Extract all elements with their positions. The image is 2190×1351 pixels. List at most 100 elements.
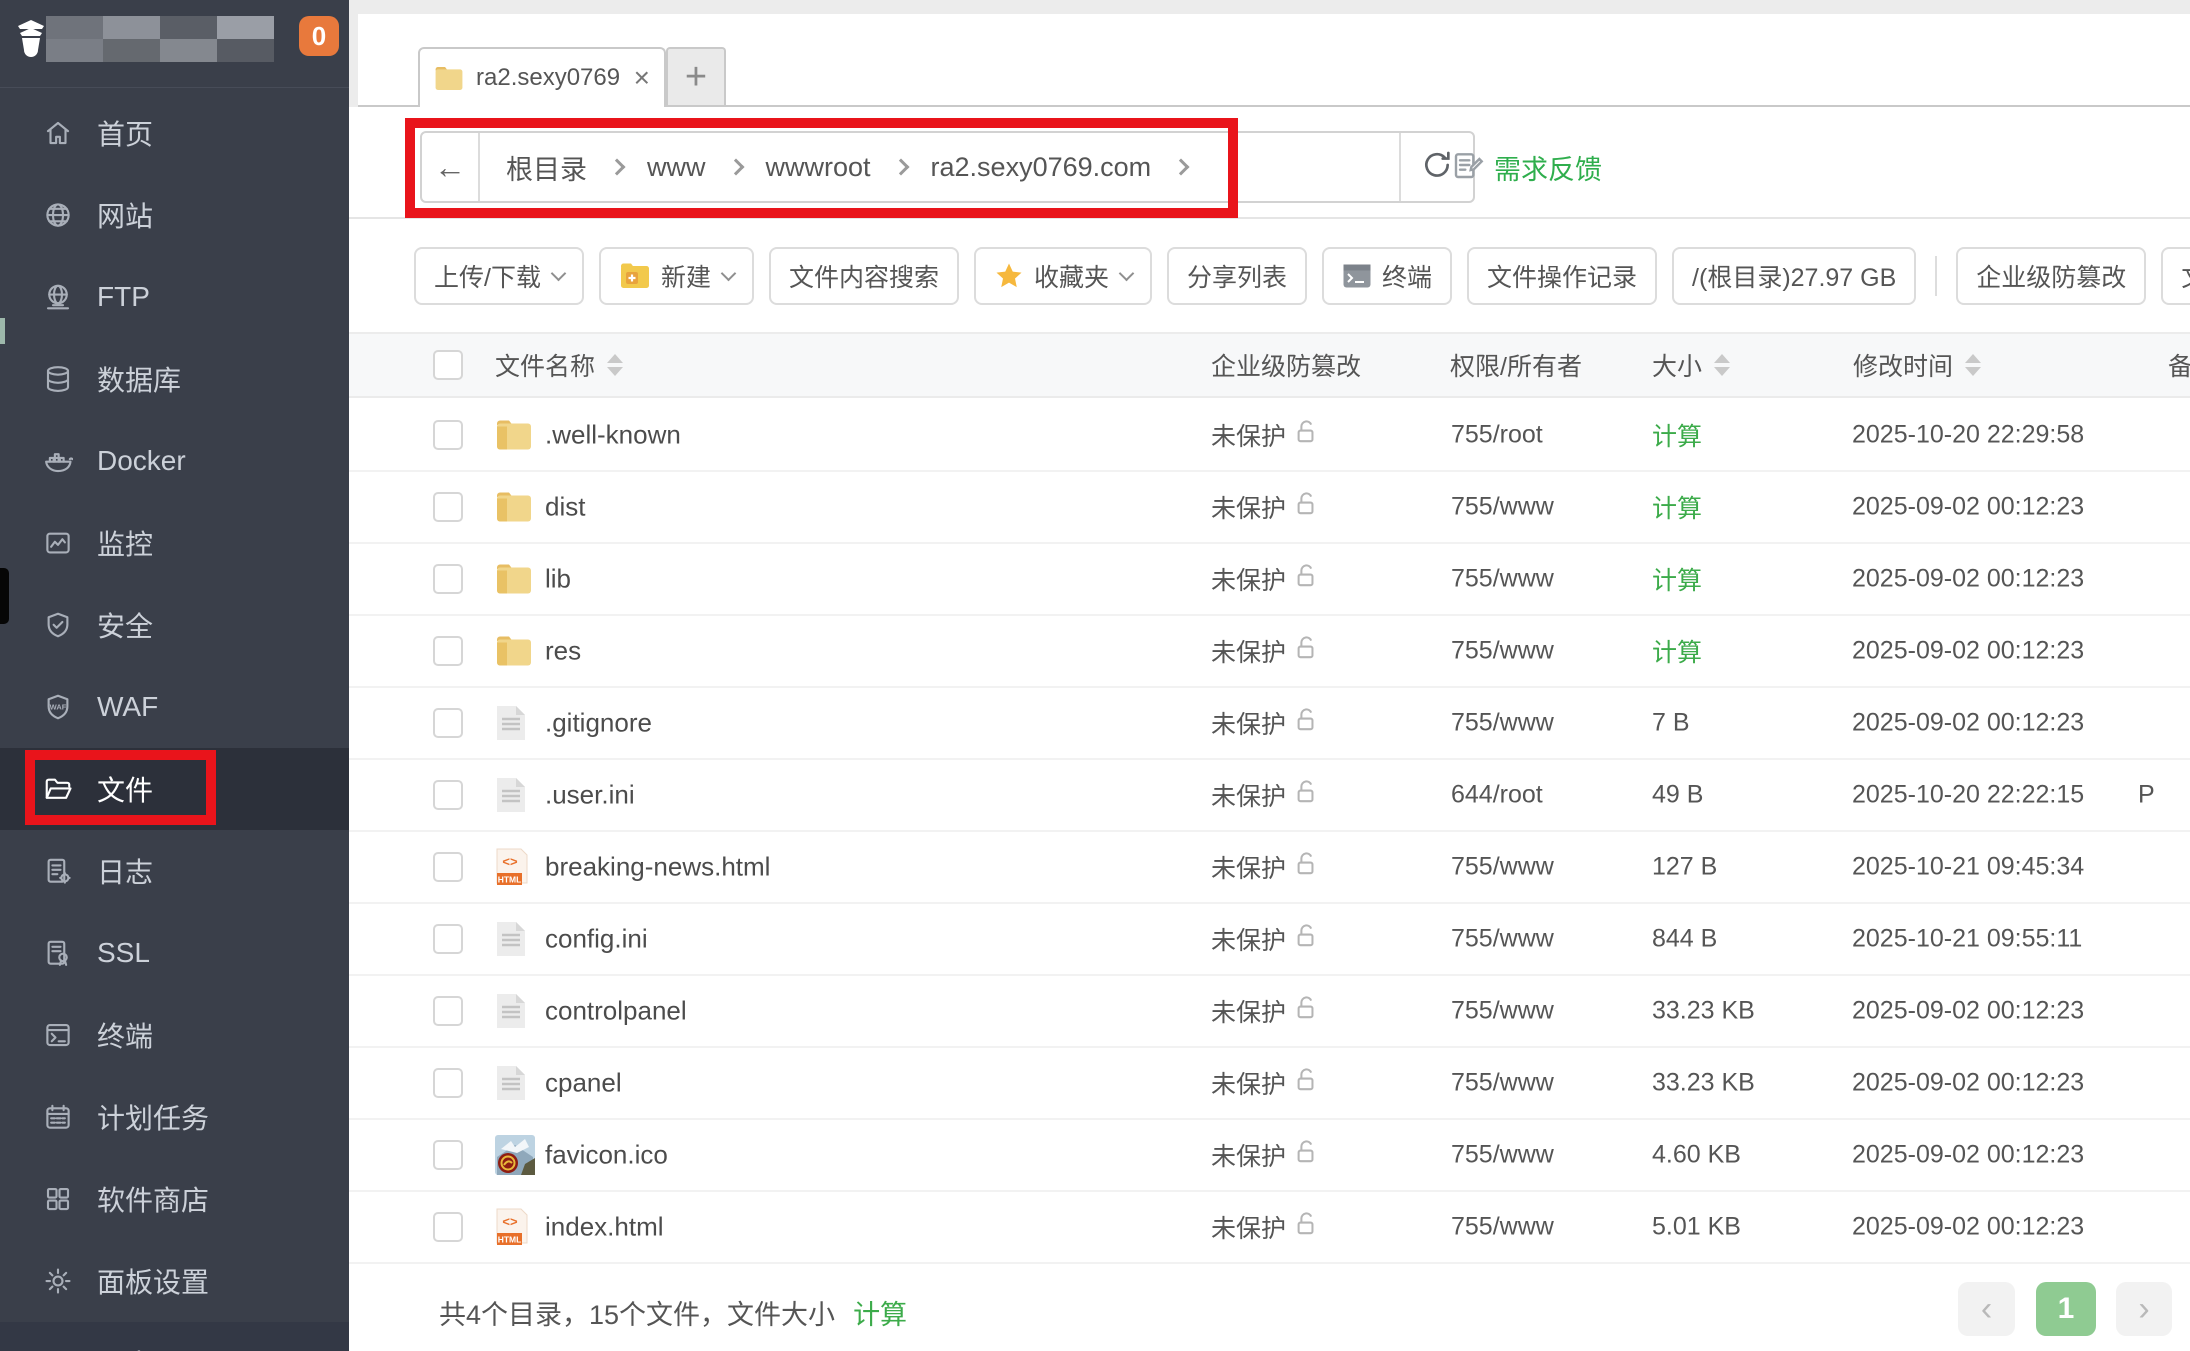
pagination-prev-button[interactable]: ‹ — [1958, 1282, 2015, 1336]
file-name[interactable]: index.html — [545, 1212, 664, 1243]
row-checkbox[interactable] — [433, 420, 463, 450]
file-name[interactable]: res — [545, 636, 581, 667]
notification-badge[interactable]: 0 — [299, 16, 339, 56]
protection-status[interactable]: 未保护 — [1211, 777, 1318, 813]
toolbar-button-1[interactable]: 新建 — [599, 247, 754, 305]
sidebar-item-appstore[interactable]: 软件商店 — [0, 1158, 349, 1240]
file-name[interactable]: .well-known — [545, 420, 681, 451]
sidebar-item-ftp[interactable]: FTP — [0, 256, 349, 338]
protection-status[interactable]: 未保护 — [1211, 849, 1318, 885]
table-row[interactable]: controlpanel 未保护 755/www 33.23 KB 2025-0… — [349, 976, 2190, 1048]
table-row[interactable]: .gitignore 未保护 755/www 7 B 2025-09-02 00… — [349, 688, 2190, 760]
toolbar-button-2[interactable]: 文件内容搜索 — [769, 247, 959, 305]
toolbar-button-7[interactable]: /(根目录)27.97 GB — [1672, 247, 1916, 305]
row-checkbox[interactable] — [433, 852, 463, 882]
row-checkbox[interactable] — [433, 492, 463, 522]
table-row[interactable]: res 未保护 755/www 计算 2025-09-02 00:12:23 — [349, 616, 2190, 688]
toolbar-button-4[interactable]: 分享列表 — [1167, 247, 1307, 305]
protection-status[interactable]: 未保护 — [1211, 1065, 1318, 1101]
toolbar-button-5[interactable]: 终端 — [1322, 247, 1452, 305]
file-name[interactable]: cpanel — [545, 1068, 622, 1099]
row-checkbox[interactable] — [433, 1068, 463, 1098]
table-row[interactable]: .user.ini 未保护 644/root 49 B 2025-10-20 2… — [349, 760, 2190, 832]
protection-status[interactable]: 未保护 — [1211, 633, 1318, 669]
table-row[interactable]: <>HTML index.html 未保护 755/www 5.01 KB 20… — [349, 1192, 2190, 1264]
protection-status[interactable]: 未保护 — [1211, 1209, 1318, 1245]
table-row[interactable]: cpanel 未保护 755/www 33.23 KB 2025-09-02 0… — [349, 1048, 2190, 1120]
file-name[interactable]: .gitignore — [545, 708, 652, 739]
pagination-next-button[interactable]: › — [2116, 1282, 2172, 1336]
row-checkbox[interactable] — [433, 924, 463, 954]
protection-status[interactable]: 未保护 — [1211, 561, 1318, 597]
compute-size-link[interactable]: 计算 — [1652, 633, 1702, 669]
file-name[interactable]: lib — [545, 564, 571, 595]
file-name[interactable]: config.ini — [545, 924, 648, 955]
protection-status[interactable]: 未保护 — [1211, 705, 1318, 741]
tab-close-icon[interactable]: × — [634, 64, 650, 92]
protection-status[interactable]: 未保护 — [1211, 417, 1318, 453]
breadcrumb-segment-0[interactable]: 根目录 — [506, 148, 587, 187]
protection-status[interactable]: 未保护 — [1211, 921, 1318, 957]
table-row[interactable]: lib 未保护 755/www 计算 2025-09-02 00:12:23 — [349, 544, 2190, 616]
file-name[interactable]: .user.ini — [545, 780, 635, 811]
tab-current-directory[interactable]: ra2.sexy0769.c... × — [418, 47, 666, 107]
sidebar-item-files[interactable]: 文件 — [0, 748, 349, 830]
sidebar-item-cron[interactable]: 计划任务 — [0, 1076, 349, 1158]
sidebar-item-ssl[interactable]: SSL — [0, 912, 349, 994]
file-name[interactable]: breaking-news.html — [545, 852, 770, 883]
column-header-size[interactable]: 大小 — [1652, 334, 1730, 396]
protection-status[interactable]: 未保护 — [1211, 489, 1318, 525]
back-button[interactable]: ← — [422, 133, 480, 201]
breadcrumb-segment-1[interactable]: www — [647, 152, 706, 183]
pagination-current-page[interactable]: 1 — [2036, 1282, 2096, 1336]
sidebar-item-logs[interactable]: 日志 — [0, 830, 349, 912]
feedback-link[interactable]: 需求反馈 — [1452, 141, 1602, 193]
sidebar-item-settings[interactable]: 面板设置 — [0, 1240, 349, 1322]
row-checkbox[interactable] — [433, 636, 463, 666]
file-name[interactable]: favicon.ico — [545, 1140, 668, 1171]
select-all-checkbox[interactable] — [433, 350, 463, 380]
sidebar-item-terminal[interactable]: 终端 — [0, 994, 349, 1076]
row-checkbox[interactable] — [433, 1212, 463, 1242]
row-checkbox[interactable] — [433, 996, 463, 1026]
table-row[interactable]: .well-known 未保护 755/root 计算 2025-10-20 2… — [349, 400, 2190, 472]
file-name[interactable]: dist — [545, 492, 585, 523]
compute-size-link[interactable]: 计算 — [1652, 489, 1702, 525]
column-header-modified-time[interactable]: 修改时间 — [1853, 334, 1981, 396]
new-tab-button[interactable]: + — [666, 47, 726, 105]
toolbar-button-6[interactable]: 文件操作记录 — [1467, 247, 1657, 305]
toolbar-button-3[interactable]: 收藏夹 — [974, 247, 1152, 305]
column-header-filename[interactable]: 文件名称 — [495, 334, 623, 396]
toolbar-button-9[interactable]: 企业级防篡改 — [1956, 247, 2146, 305]
protection-status[interactable]: 未保护 — [1211, 993, 1318, 1029]
toolbar-button-0[interactable]: 上传/下载 — [414, 247, 584, 305]
table-row[interactable]: dist 未保护 755/www 计算 2025-09-02 00:12:23 — [349, 472, 2190, 544]
breadcrumb-segment-3[interactable]: ra2.sexy0769.com — [931, 152, 1152, 183]
compute-size-link[interactable]: 计算 — [1652, 561, 1702, 597]
table-row[interactable]: config.ini 未保护 755/www 844 B 2025-10-21 … — [349, 904, 2190, 976]
row-checkbox[interactable] — [433, 708, 463, 738]
sidebar-item-security[interactable]: 安全 — [0, 584, 349, 666]
sidebar-item-waf[interactable]: WAF WAF — [0, 666, 349, 748]
toolbar-button-10[interactable]: 文件同步 — [2161, 247, 2190, 305]
row-checkbox[interactable] — [433, 780, 463, 810]
row-checkbox[interactable] — [433, 564, 463, 594]
file-name[interactable]: controlpanel — [545, 996, 687, 1027]
table-row[interactable]: favicon.ico 未保护 755/www 4.60 KB 2025-09-… — [349, 1120, 2190, 1192]
sidebar-item-docker[interactable]: Docker — [0, 420, 349, 502]
sort-arrows-icon[interactable] — [1714, 354, 1730, 376]
sidebar-item-home[interactable]: 首页 — [0, 92, 349, 174]
sort-arrows-icon[interactable] — [607, 354, 623, 376]
sidebar-item-monitor[interactable]: 监控 — [0, 502, 349, 584]
protection-status[interactable]: 未保护 — [1211, 1137, 1318, 1173]
sort-arrows-icon[interactable] — [1965, 354, 1981, 376]
row-checkbox[interactable] — [433, 1140, 463, 1170]
compute-size-link[interactable]: 计算 — [1652, 417, 1702, 453]
breadcrumb-segment-2[interactable]: wwwroot — [766, 152, 871, 183]
sidebar-item-database[interactable]: 数据库 — [0, 338, 349, 420]
compute-size-link[interactable]: 计算 — [853, 1293, 907, 1332]
sidebar-item-logout[interactable]: 退出 — [0, 1322, 349, 1351]
sidebar-item-sites[interactable]: 网站 — [0, 174, 349, 256]
path-input-area[interactable] — [1211, 133, 1399, 201]
table-row[interactable]: <>HTML breaking-news.html 未保护 755/www 12… — [349, 832, 2190, 904]
